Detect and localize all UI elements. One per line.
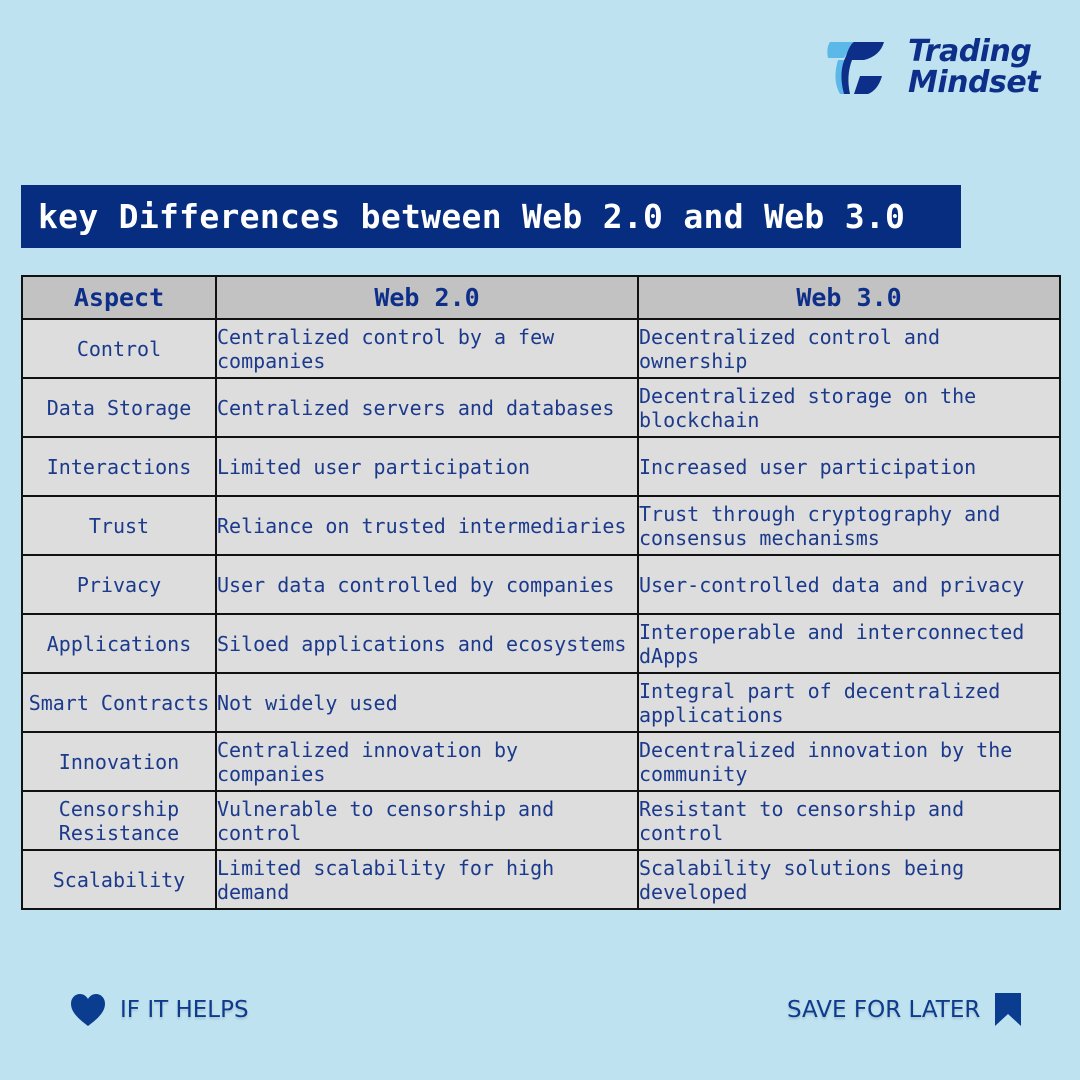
brand-name: Trading Mindset <box>908 34 1041 100</box>
brand-name-line1: Trading <box>908 34 1032 69</box>
aspect-cell: Data Storage <box>21 377 217 438</box>
table-row: Applications Siloed applications and ecos… <box>21 613 1061 674</box>
table-row: Control Centralized control by a few comp… <box>21 318 1061 379</box>
table-row: Smart Contracts Not widely used Integral p… <box>21 672 1061 733</box>
header-web2: Web 2.0 <box>215 275 639 320</box>
table-row: Censorship Resistance Vulnerable to censo… <box>21 790 1061 851</box>
web2-cell: Vulnerable to censorship and control <box>215 790 639 851</box>
aspect-cell: Innovation <box>21 731 217 792</box>
header-aspect: Aspect <box>21 275 217 320</box>
web2-cell: Limited user participation <box>215 436 639 497</box>
heart-icon <box>71 994 105 1026</box>
web3-cell: Scalability solutions being developed <box>637 849 1061 910</box>
aspect-cell: Trust <box>21 495 217 556</box>
web3-cell: Integral part of decentralized applicati… <box>637 672 1061 733</box>
web2-cell: Centralized innovation by companies <box>215 731 639 792</box>
web2-cell: User data controlled by companies <box>215 554 639 615</box>
web3-cell: Decentralized control and ownership <box>637 318 1061 379</box>
web2-cell: Centralized control by a few companies <box>215 318 639 379</box>
aspect-cell: Scalability <box>21 849 217 910</box>
save-label: SAVE FOR LATER <box>787 996 981 1023</box>
table-row: Interactions Limited user participation In… <box>21 436 1061 497</box>
like-prompt[interactable]: IF IT HELPS <box>70 993 249 1027</box>
table-row: Scalability Limited scalability for high … <box>21 849 1061 910</box>
brand-logo: Trading Mindset <box>824 34 1041 100</box>
aspect-cell: Interactions <box>21 436 217 497</box>
web2-cell: Centralized servers and databases <box>215 377 639 438</box>
aspect-cell: Control <box>21 318 217 379</box>
table-row: Trust Reliance on trusted intermediaries T… <box>21 495 1061 556</box>
table-header-row: Aspect Web 2.0 Web 3.0 <box>21 275 1061 320</box>
aspect-cell: Privacy <box>21 554 217 615</box>
web3-cell: Trust through cryptography and consensus… <box>637 495 1061 556</box>
aspect-cell: Smart Contracts <box>21 672 217 733</box>
web2-cell: Reliance on trusted intermediaries <box>215 495 639 556</box>
web3-cell: Interoperable and interconnected dApps <box>637 613 1061 674</box>
table-row: Privacy User data controlled by companies… <box>21 554 1061 615</box>
web3-cell: Increased user participation <box>637 436 1061 497</box>
web3-cell: Decentralized storage on the blockchain <box>637 377 1061 438</box>
table-row: Data Storage Centralized servers and data… <box>21 377 1061 438</box>
bookmark-icon <box>995 993 1022 1026</box>
title-banner: key Differences between Web 2.0 and Web … <box>21 185 961 248</box>
brand-name-line2: Mindset <box>908 65 1041 100</box>
aspect-cell: Censorship Resistance <box>21 790 217 851</box>
web3-cell: Resistant to censorship and control <box>637 790 1061 851</box>
trading-mindset-logo-icon <box>827 42 884 94</box>
web2-cell: Not widely used <box>215 672 639 733</box>
web3-cell: Decentralized innovation by the communit… <box>637 731 1061 792</box>
web2-cell: Limited scalability for high demand <box>215 849 639 910</box>
comparison-table: Aspect Web 2.0 Web 3.0 Control Centralize… <box>21 275 1061 910</box>
table-row: Innovation Centralized innovation by comp… <box>21 731 1061 792</box>
web2-cell: Siloed applications and ecosystems <box>215 613 639 674</box>
like-label: IF IT HELPS <box>120 997 249 1023</box>
aspect-cell: Applications <box>21 613 217 674</box>
header-web3: Web 3.0 <box>637 275 1061 320</box>
page-title: key Differences between Web 2.0 and Web … <box>38 197 906 236</box>
save-prompt[interactable]: SAVE FOR LATER <box>787 993 1022 1026</box>
web3-cell: User-controlled data and privacy <box>637 554 1061 615</box>
